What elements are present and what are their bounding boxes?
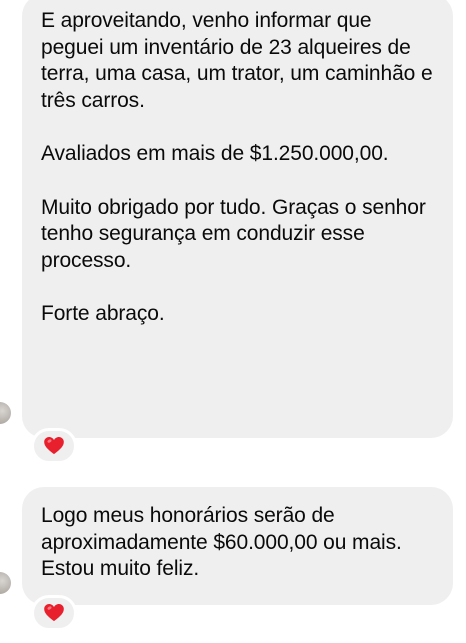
heart-icon (44, 437, 64, 455)
heart-icon (44, 604, 64, 622)
avatar[interactable] (0, 572, 11, 594)
heart-reaction[interactable] (31, 595, 77, 631)
message-text: Forte abraço. (41, 302, 165, 325)
message-bubble[interactable]: E aproveitando, venho informar que pegue… (22, 0, 453, 438)
message-text: Muito obrigado por tudo. Graças o senhor… (41, 195, 426, 272)
message-text: Logo meus honorários serão de aproximada… (41, 504, 402, 580)
avatar[interactable] (0, 402, 11, 424)
heart-reaction[interactable] (31, 428, 77, 464)
message-text: Avaliados em mais de $1.250.000,00. (41, 142, 389, 165)
message-text: E aproveitando, venho informar que pegue… (41, 9, 433, 112)
message-bubble[interactable]: Logo meus honorários serão de aproximada… (22, 487, 453, 605)
